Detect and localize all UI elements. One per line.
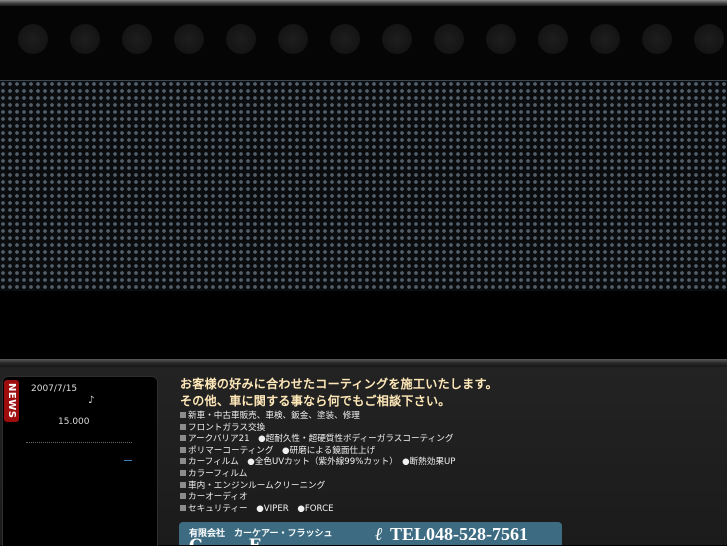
square-bullet-icon — [180, 469, 186, 476]
square-bullet-icon — [180, 481, 186, 488]
news-date: 2007/7/15 — [31, 384, 78, 394]
decorative-dot — [226, 24, 256, 54]
service-item: セキュリティー ●VIPER ●FORCE — [180, 504, 455, 516]
headline-secondary: その他、車に関する事なら何でもご相談下さい。 — [180, 394, 451, 408]
decorative-dot — [18, 24, 48, 54]
news-tab: NEWS — [4, 380, 19, 422]
music-note-icon: ♪ — [88, 395, 95, 406]
service-item: カーオーディオ — [180, 492, 455, 504]
company-contact-bar: 有限会社 カーケアー・フラッシュ C F ℓ TEL048-528-7561 — [179, 522, 562, 545]
square-bullet-icon — [180, 446, 186, 453]
service-item: 車内・エンジンルームクリーニング — [180, 481, 455, 493]
square-bullet-icon — [180, 423, 186, 430]
square-bullet-icon — [180, 435, 186, 442]
service-item: アークバリア21 ●超耐久性・超硬質性ボディーガラスコーティング — [180, 434, 455, 446]
decorative-dot — [278, 24, 308, 54]
banner-spacer — [0, 291, 727, 359]
decorative-dot — [590, 24, 620, 54]
phone-icon: ℓ — [375, 524, 383, 545]
phone-number[interactable]: TEL048-528-7561 — [390, 524, 528, 545]
news-panel[interactable] — [2, 376, 158, 546]
news-divider — [26, 442, 132, 443]
news-tab-label: NEWS — [6, 383, 17, 419]
decorative-dot — [538, 24, 568, 54]
square-bullet-icon — [180, 412, 186, 418]
news-count: 15.000 — [58, 417, 90, 427]
service-item: フロントガラス交換 — [180, 423, 455, 435]
decorative-dots-band — [0, 6, 727, 80]
decorative-dot — [330, 24, 360, 54]
decorative-dot — [642, 24, 672, 54]
square-bullet-icon — [180, 458, 186, 465]
decorative-dot — [694, 24, 724, 54]
service-item: ポリマーコーティング ●研磨による鏡面仕上げ — [180, 446, 455, 458]
square-bullet-icon — [180, 493, 186, 500]
decorative-dot — [122, 24, 152, 54]
service-item: カラーフィルム — [180, 469, 455, 481]
decorative-dot — [434, 24, 464, 54]
mesh-pattern-banner — [0, 80, 727, 292]
decorative-dot — [174, 24, 204, 54]
decorative-dot — [382, 24, 412, 54]
company-logo-partial: C F — [189, 536, 281, 545]
service-list: 新車・中古車販売、車検、鈑金、塗装、修理 フロントガラス交換 アークバリア21 … — [180, 411, 455, 515]
service-item: カーフィルム ●全色UVカット（紫外線99%カット） ●断熱効果UP — [180, 457, 455, 469]
service-item: 新車・中古車販売、車検、鈑金、塗装、修理 — [180, 411, 455, 423]
headline-primary: お客様の好みに合わせたコーティングを施工いたします。 — [180, 377, 498, 391]
news-link-marker[interactable] — [124, 460, 132, 461]
section-separator — [0, 359, 727, 367]
decorative-dot — [70, 24, 100, 54]
square-bullet-icon — [180, 504, 186, 511]
decorative-dot — [486, 24, 516, 54]
